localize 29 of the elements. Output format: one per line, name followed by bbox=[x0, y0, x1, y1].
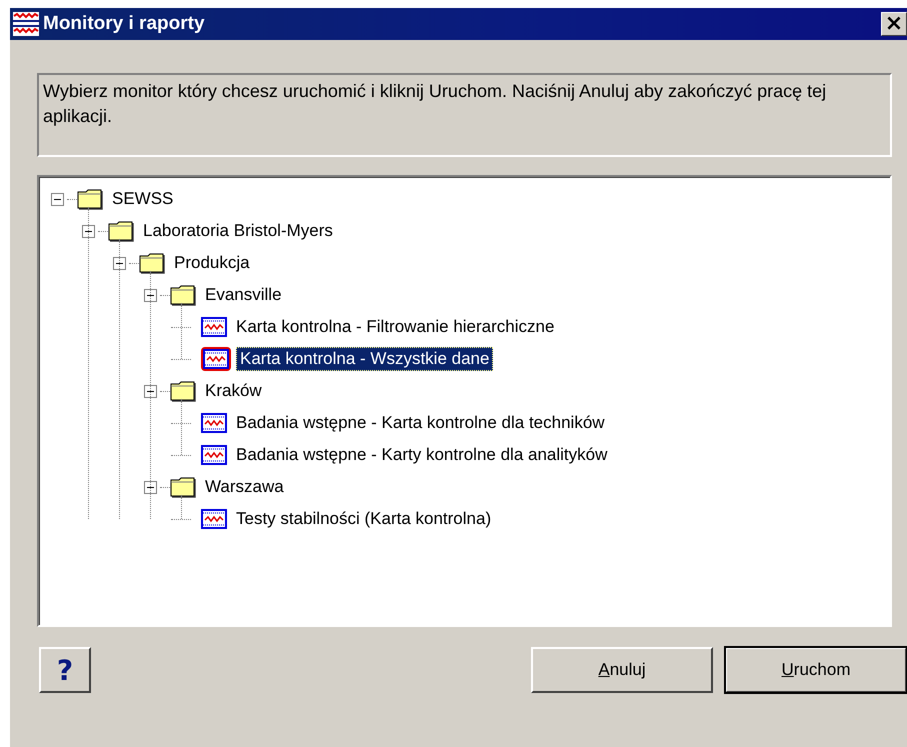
tree-item[interactable]: Karta kontrolna - Filtrowanie hierarchiczne bbox=[232, 315, 558, 339]
collapse-toggle[interactable] bbox=[144, 384, 156, 398]
tree-item[interactable]: SEWSS bbox=[108, 187, 178, 211]
tree-item[interactable]: Laboratoria Bristol-Myers bbox=[139, 219, 337, 243]
dialog-button[interactable]: Uruchom bbox=[725, 647, 907, 693]
tree-item[interactable]: Testy stabilności (Karta kontrolna) bbox=[232, 507, 496, 531]
collapse-toggle[interactable] bbox=[144, 480, 156, 494]
close-button[interactable]: × bbox=[881, 12, 907, 36]
tree-item[interactable]: Badania wstępne - Karta kontrolne dla techników bbox=[232, 411, 609, 435]
chart-icon bbox=[201, 347, 231, 371]
instructions-text: Wybierz monitor który chcesz uruchomić i kliknij Uruchom. Naciśnij Anuluj aby zakończyć pracę tej aplikacji. bbox=[37, 73, 892, 157]
tree-item[interactable]: Karta kontrolna - Wszystkie dane bbox=[236, 347, 494, 371]
window-title: Monitory i raporty bbox=[43, 13, 206, 35]
collapse-toggle[interactable] bbox=[112, 256, 126, 270]
collapse-toggle[interactable] bbox=[144, 288, 156, 302]
tree-item[interactable]: Kraków bbox=[201, 379, 266, 403]
chart-icon bbox=[201, 317, 227, 337]
chart-icon bbox=[201, 445, 227, 465]
chart-icon bbox=[201, 509, 227, 529]
tree-item[interactable]: Warszawa bbox=[201, 475, 288, 499]
tree-item[interactable]: Produkcja bbox=[170, 251, 254, 275]
tree-item[interactable]: Evansville bbox=[201, 283, 286, 307]
tree-item[interactable]: Badania wstępne - Karty kontrolne dla analityków bbox=[232, 443, 612, 467]
dialog-button[interactable]: Anuluj bbox=[531, 647, 713, 693]
help-button[interactable]: ? bbox=[39, 647, 91, 693]
collapse-toggle[interactable] bbox=[50, 192, 64, 206]
app-icon bbox=[13, 12, 39, 36]
collapse-toggle[interactable] bbox=[82, 224, 94, 238]
chart-icon bbox=[201, 413, 227, 433]
